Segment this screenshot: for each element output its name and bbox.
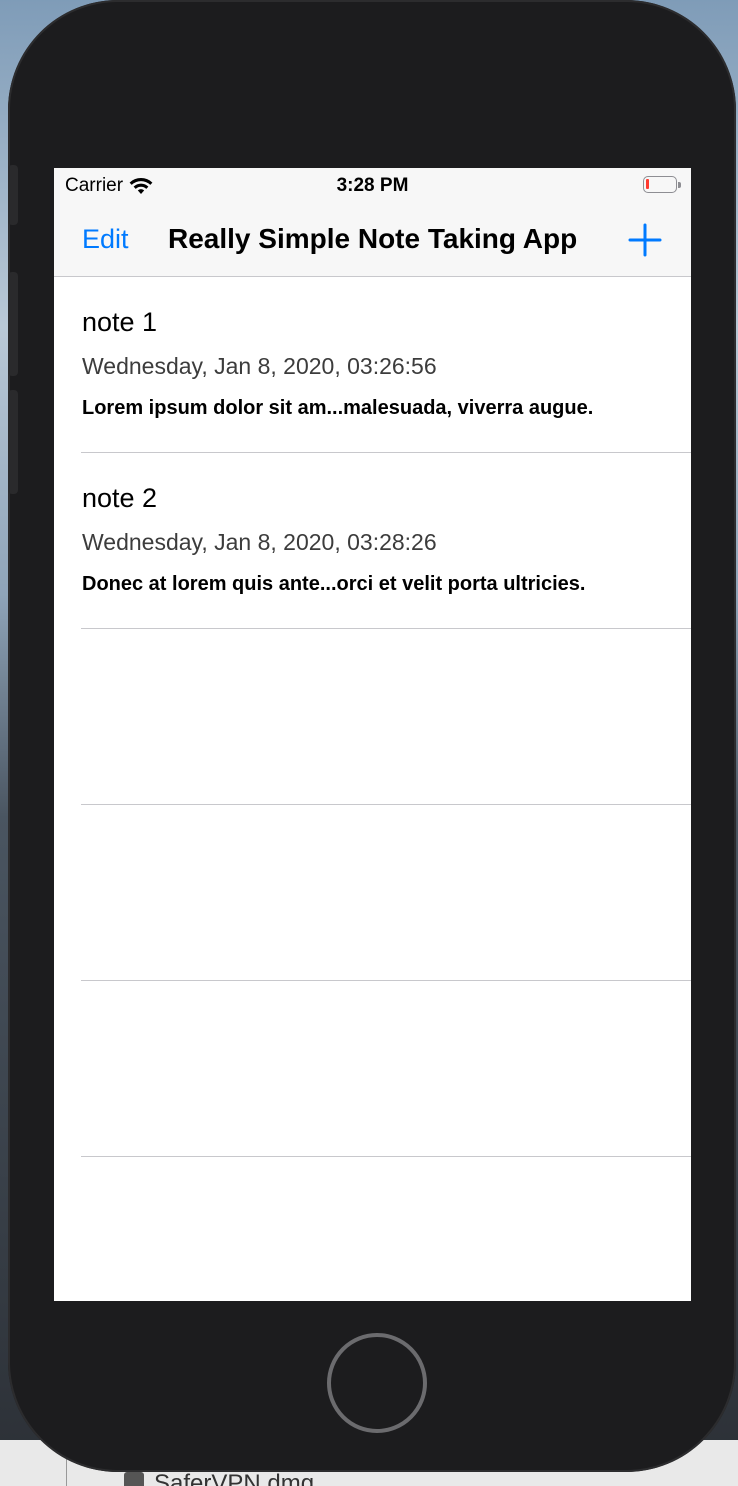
note-title: note 1 — [82, 307, 158, 337]
empty-row — [81, 805, 691, 981]
note-row[interactable]: note 1 Wednesday, Jan 8, 2020, 03:26:56 … — [81, 277, 691, 453]
note-row[interactable]: note 2 Wednesday, Jan 8, 2020, 03:28:26 … — [81, 453, 691, 629]
battery-icon — [643, 176, 681, 193]
plus-icon — [628, 223, 662, 257]
battery-body — [643, 176, 677, 193]
desktop-file-item[interactable]: SaferVPN.dmg — [124, 1470, 314, 1486]
mute-switch — [8, 165, 18, 225]
note-date: Wednesday, Jan 8, 2020, 03:28:26 — [82, 529, 437, 555]
empty-row — [81, 981, 691, 1157]
note-preview: Lorem ipsum dolor sit am...malesuada, vi… — [82, 397, 594, 419]
volume-up-button — [8, 272, 18, 376]
status-bar: Carrier 3:28 PM — [54, 168, 691, 204]
empty-row — [81, 629, 691, 805]
note-date: Wednesday, Jan 8, 2020, 03:26:56 — [82, 353, 437, 379]
battery-cap — [678, 181, 681, 188]
desktop-file-label: SaferVPN.dmg — [154, 1470, 315, 1486]
battery-level — [646, 179, 649, 189]
file-icon — [124, 1472, 144, 1486]
volume-down-button — [8, 390, 18, 494]
add-note-button[interactable] — [625, 220, 665, 260]
navigation-bar: Edit Really Simple Note Taking App — [54, 204, 691, 277]
notes-list: note 1 Wednesday, Jan 8, 2020, 03:26:56 … — [54, 277, 691, 1157]
home-button[interactable] — [327, 1333, 427, 1433]
note-title: note 2 — [82, 483, 158, 513]
page-title: Really Simple Note Taking App — [168, 223, 578, 254]
app-screen: Carrier 3:28 PM Edit Really Simple Note … — [54, 168, 691, 1301]
note-preview: Donec at lorem quis ante...orci et velit… — [82, 573, 586, 595]
edit-button[interactable]: Edit — [82, 224, 129, 255]
status-clock: 3:28 PM — [336, 175, 409, 196]
